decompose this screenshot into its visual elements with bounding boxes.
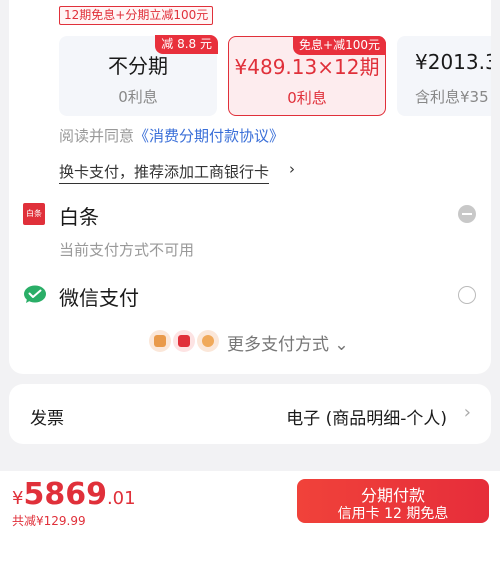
agreement-text: 阅读并同意《消费分期付款协议》 xyxy=(59,125,284,146)
plan-title: ¥489.13×12期 xyxy=(234,55,380,79)
baitiao-icon: 白条 xyxy=(23,203,45,225)
pay-button-subtitle: 信用卡 12 期免息 xyxy=(337,506,449,522)
agreement-prefix: 阅读并同意 xyxy=(59,127,135,145)
coin-icon xyxy=(197,330,219,352)
change-card-link[interactable]: 换卡支付，推荐添加工商银行卡 xyxy=(59,161,270,184)
payment-card: 12期免息+分期立减100元 减 8.8 元 不分期 0利息 免息+减100元 … xyxy=(9,0,491,374)
total-price: ¥5869.01 xyxy=(12,477,136,512)
invoice-row[interactable]: 发票 电子 (商品明细-个人) › xyxy=(9,384,491,444)
chevron-down-icon: ⌄ xyxy=(334,335,349,355)
invoice-value: 电子 (商品明细-个人) xyxy=(286,409,447,429)
plan-title: ¥2013.39 xyxy=(415,50,491,74)
price-integer: 5869 xyxy=(23,477,107,512)
plan-interest: 0利息 xyxy=(287,89,327,107)
price-decimal: .01 xyxy=(106,488,136,509)
checkout-bar: ¥5869.01 共减¥129.99 分期付款 信用卡 12 期免息 xyxy=(0,471,500,569)
invoice-label: 发票 xyxy=(30,409,64,429)
currency-symbol: ¥ xyxy=(12,488,24,509)
installment-pay-button[interactable]: 分期付款 信用卡 12 期免息 xyxy=(297,479,489,523)
wechat-radio[interactable] xyxy=(458,286,476,304)
total-discount: 共减¥129.99 xyxy=(12,514,86,528)
chevron-right-icon: › xyxy=(463,402,471,423)
promo-tag: 12期免息+分期立减100元 xyxy=(59,6,214,25)
payment-method-unavailable-note: 当前支付方式不可用 xyxy=(59,241,195,259)
plan-interest: 含利息¥35 xyxy=(415,88,489,106)
wallet-icon xyxy=(149,330,171,352)
plan-interest: 0利息 xyxy=(118,88,158,106)
payment-method-wechat[interactable]: 微信支付 xyxy=(59,282,139,311)
disabled-radio-icon xyxy=(458,205,476,223)
plan-option-with-interest[interactable]: 减 ¥2013.39 含利息¥35 xyxy=(397,36,491,116)
card-icon xyxy=(173,330,195,352)
plan-option-none[interactable]: 减 8.8 元 不分期 0利息 xyxy=(59,35,218,116)
chevron-right-icon[interactable]: › xyxy=(289,160,295,178)
payment-method-baitiao[interactable]: 白条 xyxy=(59,201,99,230)
plan-title: 不分期 xyxy=(108,54,168,78)
agreement-link[interactable]: 《消费分期付款协议》 xyxy=(134,127,284,145)
more-payment-label: 更多支付方式 ⌄ xyxy=(227,330,349,355)
plan-option-12-months[interactable]: 免息+减100元 ¥489.13×12期 0利息 xyxy=(228,36,386,116)
wechat-pay-icon xyxy=(24,285,46,303)
more-payment-text: 更多支付方式 xyxy=(227,335,329,355)
